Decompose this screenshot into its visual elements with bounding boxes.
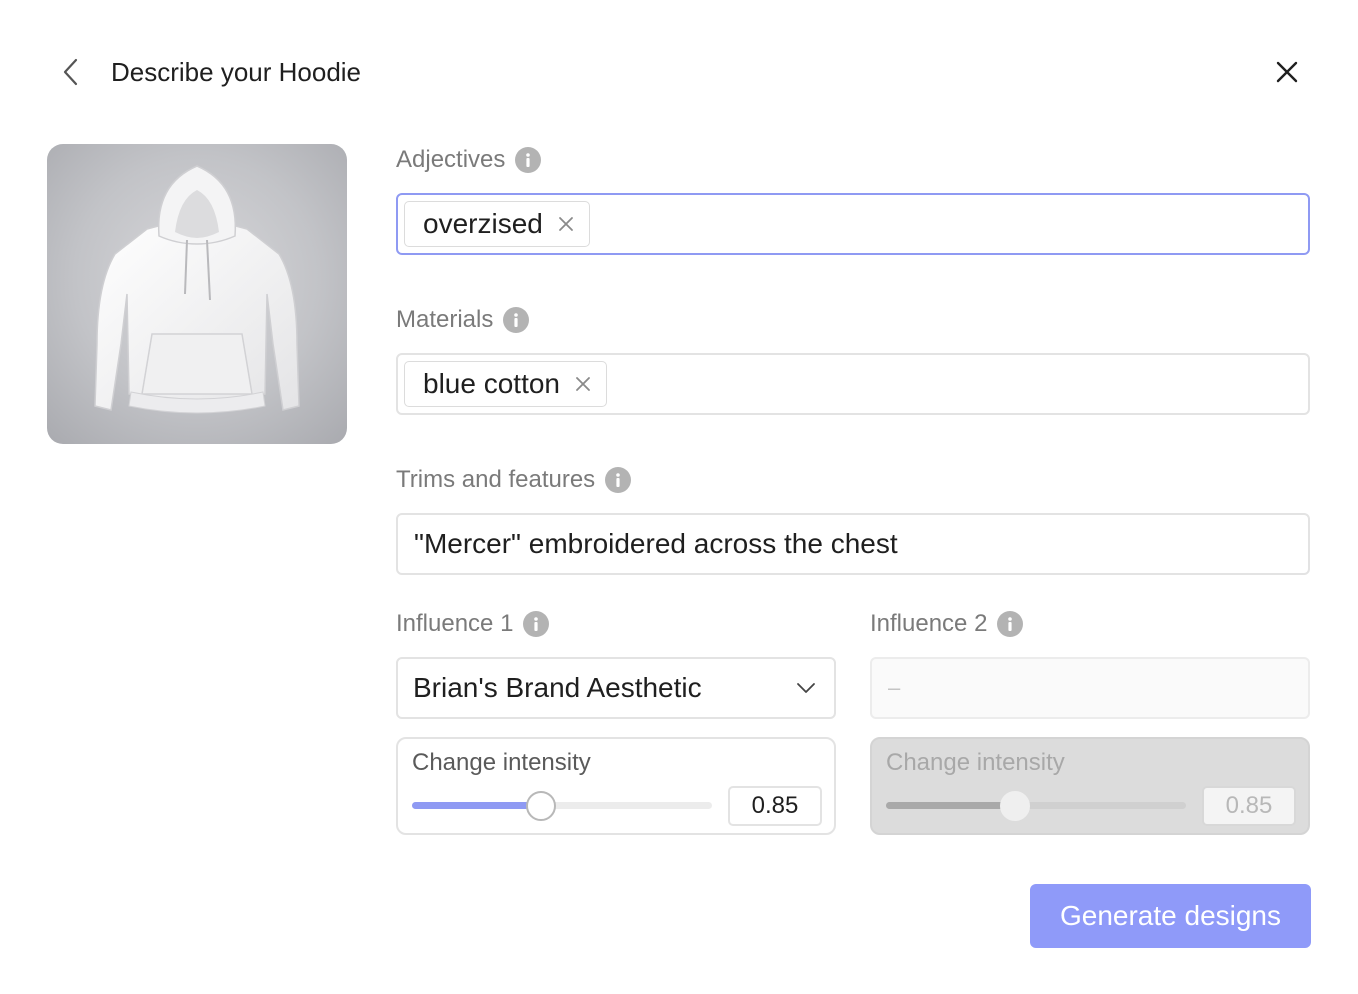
intensity-label: Change intensity bbox=[886, 749, 1065, 776]
hoodie-preview-image bbox=[47, 144, 347, 444]
intensity-slider-fill bbox=[886, 802, 1015, 809]
dialog-header: Describe your Hoodie bbox=[0, 0, 1358, 144]
trims-input[interactable]: "Mercer" embroidered across the chest bbox=[396, 513, 1310, 575]
influence2-intensity-panel: Change intensity 0.85 bbox=[870, 737, 1310, 835]
materials-label: Materials bbox=[396, 306, 494, 333]
info-glyph bbox=[526, 153, 531, 167]
info-glyph bbox=[1008, 617, 1013, 631]
info-glyph bbox=[514, 313, 519, 327]
intensity-slider-thumb bbox=[1000, 791, 1030, 821]
close-button[interactable] bbox=[1266, 52, 1308, 92]
remove-chip-button[interactable] bbox=[574, 375, 592, 393]
materials-label-row: Materials bbox=[396, 304, 530, 336]
hoodie-illustration bbox=[94, 165, 300, 414]
intensity-slider-track bbox=[886, 802, 1186, 809]
materials-input[interactable]: blue cotton bbox=[396, 353, 1310, 415]
adjectives-input[interactable]: overzised bbox=[396, 193, 1310, 255]
influence1-selected: Brian's Brand Aesthetic bbox=[413, 672, 702, 703]
intensity-label: Change intensity bbox=[412, 749, 591, 776]
intensity-value-input: 0.85 bbox=[1202, 786, 1296, 826]
chip-label: overzised bbox=[423, 208, 543, 239]
info-icon[interactable] bbox=[523, 611, 550, 637]
close-icon bbox=[558, 217, 573, 231]
chip-label: blue cotton bbox=[423, 368, 560, 399]
generate-designs-button[interactable]: Generate designs bbox=[1030, 884, 1311, 948]
info-glyph bbox=[534, 617, 539, 631]
material-chip: blue cotton bbox=[404, 361, 607, 407]
influence2-select: – bbox=[870, 657, 1310, 719]
info-icon[interactable] bbox=[503, 307, 530, 333]
influence2-placeholder: – bbox=[888, 675, 901, 700]
intensity-slider-fill bbox=[412, 802, 541, 809]
remove-chip-button[interactable] bbox=[557, 215, 575, 233]
influence1-label-row: Influence 1 bbox=[396, 608, 550, 640]
intensity-slider-thumb[interactable] bbox=[526, 791, 556, 821]
intensity-slider-track[interactable] bbox=[412, 802, 712, 809]
intensity-value-input[interactable]: 0.85 bbox=[728, 786, 822, 826]
trims-label-row: Trims and features bbox=[396, 464, 632, 496]
adjectives-label-row: Adjectives bbox=[396, 144, 542, 176]
info-glyph bbox=[616, 473, 620, 487]
info-icon[interactable] bbox=[605, 467, 632, 493]
dialog-title: Describe your Hoodie bbox=[111, 57, 362, 87]
close-icon bbox=[576, 377, 590, 391]
adjectives-label: Adjectives bbox=[396, 146, 506, 173]
influence1-select[interactable]: Brian's Brand Aesthetic bbox=[396, 657, 836, 719]
influence1-label: Influence 1 bbox=[396, 610, 514, 637]
info-icon[interactable] bbox=[515, 147, 542, 173]
chevron-left-icon bbox=[63, 58, 78, 86]
influence2-label: Influence 2 bbox=[870, 610, 988, 637]
back-button[interactable] bbox=[52, 52, 90, 92]
chevron-down-icon bbox=[797, 683, 815, 693]
info-icon[interactable] bbox=[997, 611, 1024, 637]
close-icon bbox=[1276, 61, 1298, 83]
influence1-intensity-panel: Change intensity 0.85 bbox=[396, 737, 836, 835]
adjective-chip: overzised bbox=[404, 201, 590, 247]
influence2-label-row: Influence 2 bbox=[870, 608, 1024, 640]
trims-label: Trims and features bbox=[396, 466, 596, 493]
trims-value: "Mercer" embroidered across the chest bbox=[414, 528, 898, 559]
